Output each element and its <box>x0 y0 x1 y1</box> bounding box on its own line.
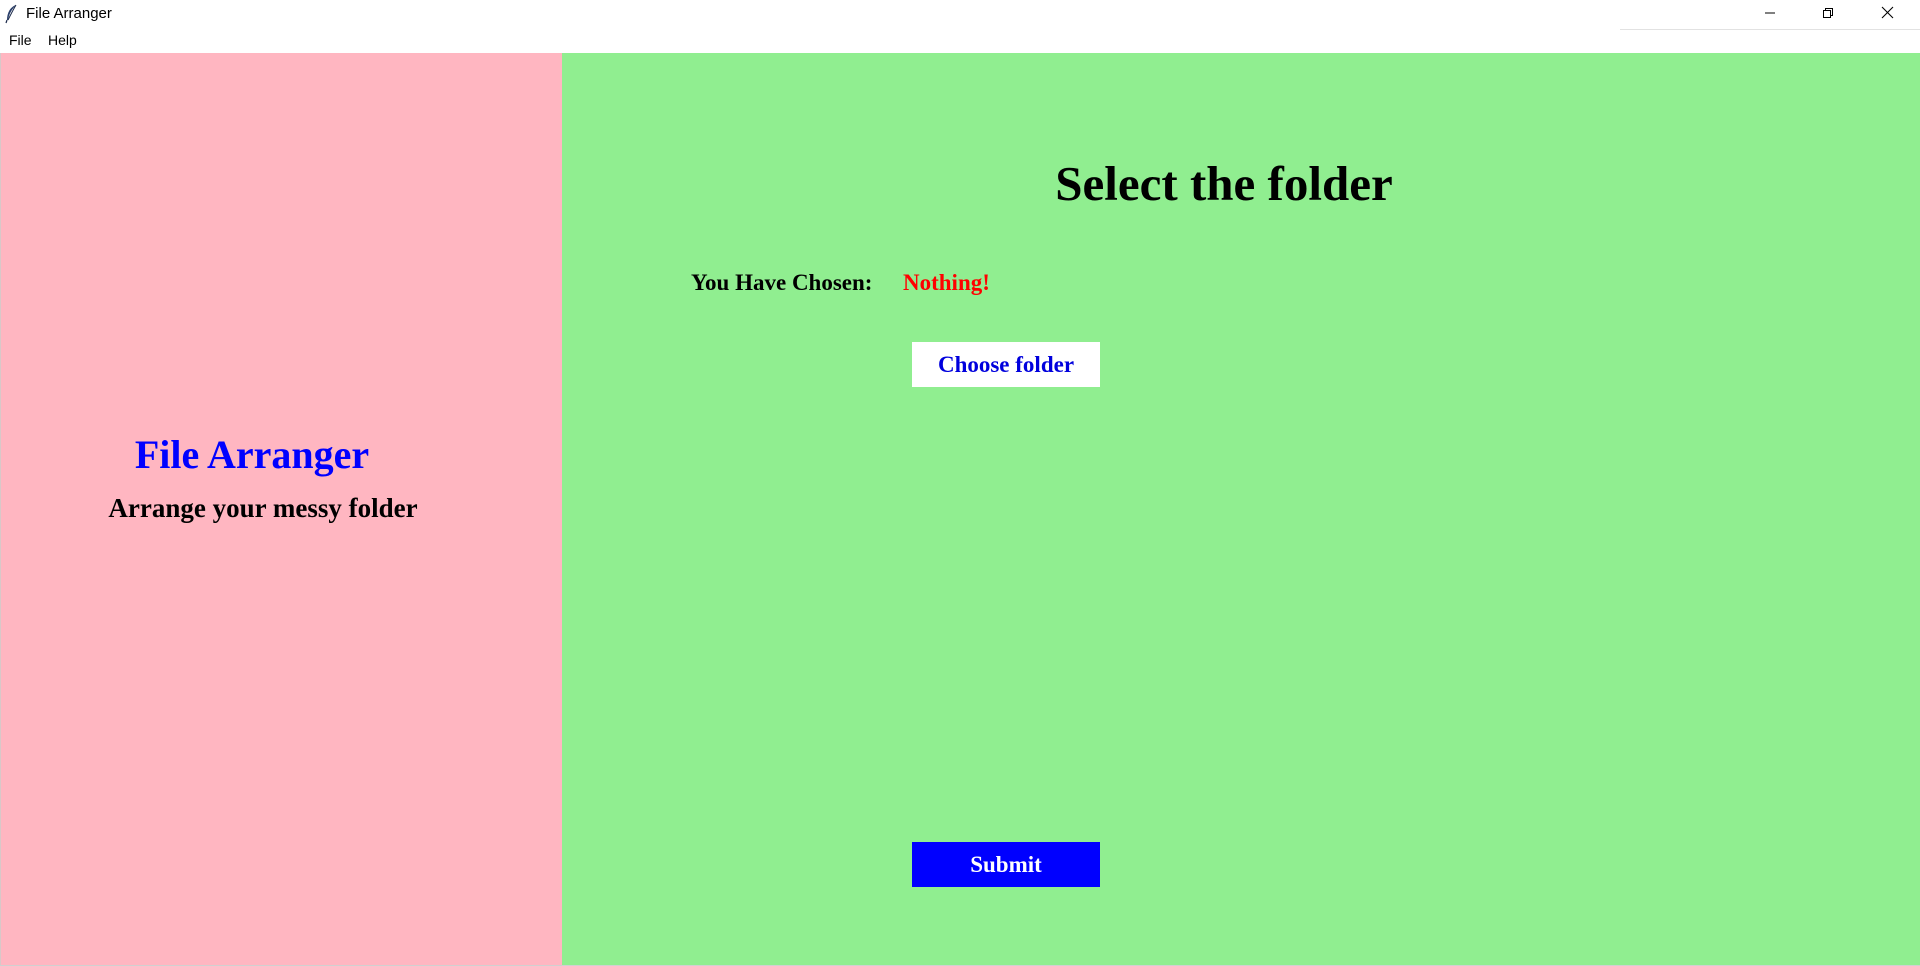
app-subtitle: Arrange your messy folder <box>108 493 418 523</box>
menu-help[interactable]: Help <box>46 32 79 48</box>
feather-icon <box>4 4 18 24</box>
app-title: File Arranger <box>134 432 370 477</box>
restore-icon <box>1822 6 1834 24</box>
app-window: File Arranger File Help File Arranger Ar… <box>0 0 1920 966</box>
window-title: File Arranger <box>26 5 112 22</box>
menu-file[interactable]: File <box>7 32 34 48</box>
choose-folder-button[interactable]: Choose folder <box>912 342 1100 387</box>
close-button[interactable] <box>1858 0 1916 29</box>
maximize-button[interactable] <box>1799 0 1857 29</box>
chosen-label: You Have Chosen: <box>691 270 873 295</box>
minimize-button[interactable] <box>1741 0 1799 29</box>
page-heading: Select the folder <box>1055 156 1393 211</box>
content-area: File Arranger Arrange your messy folder … <box>0 53 1920 966</box>
right-panel: Select the folder You Have Chosen: Nothi… <box>562 53 1920 966</box>
title-bar[interactable]: File Arranger <box>0 0 1920 30</box>
menu-bar: File Help <box>0 30 1920 53</box>
close-icon <box>1881 6 1894 24</box>
minimize-icon <box>1764 6 1776 24</box>
submit-button[interactable]: Submit <box>912 842 1100 887</box>
left-panel: File Arranger Arrange your messy folder <box>0 53 562 966</box>
chosen-value: Nothing! <box>903 270 990 295</box>
